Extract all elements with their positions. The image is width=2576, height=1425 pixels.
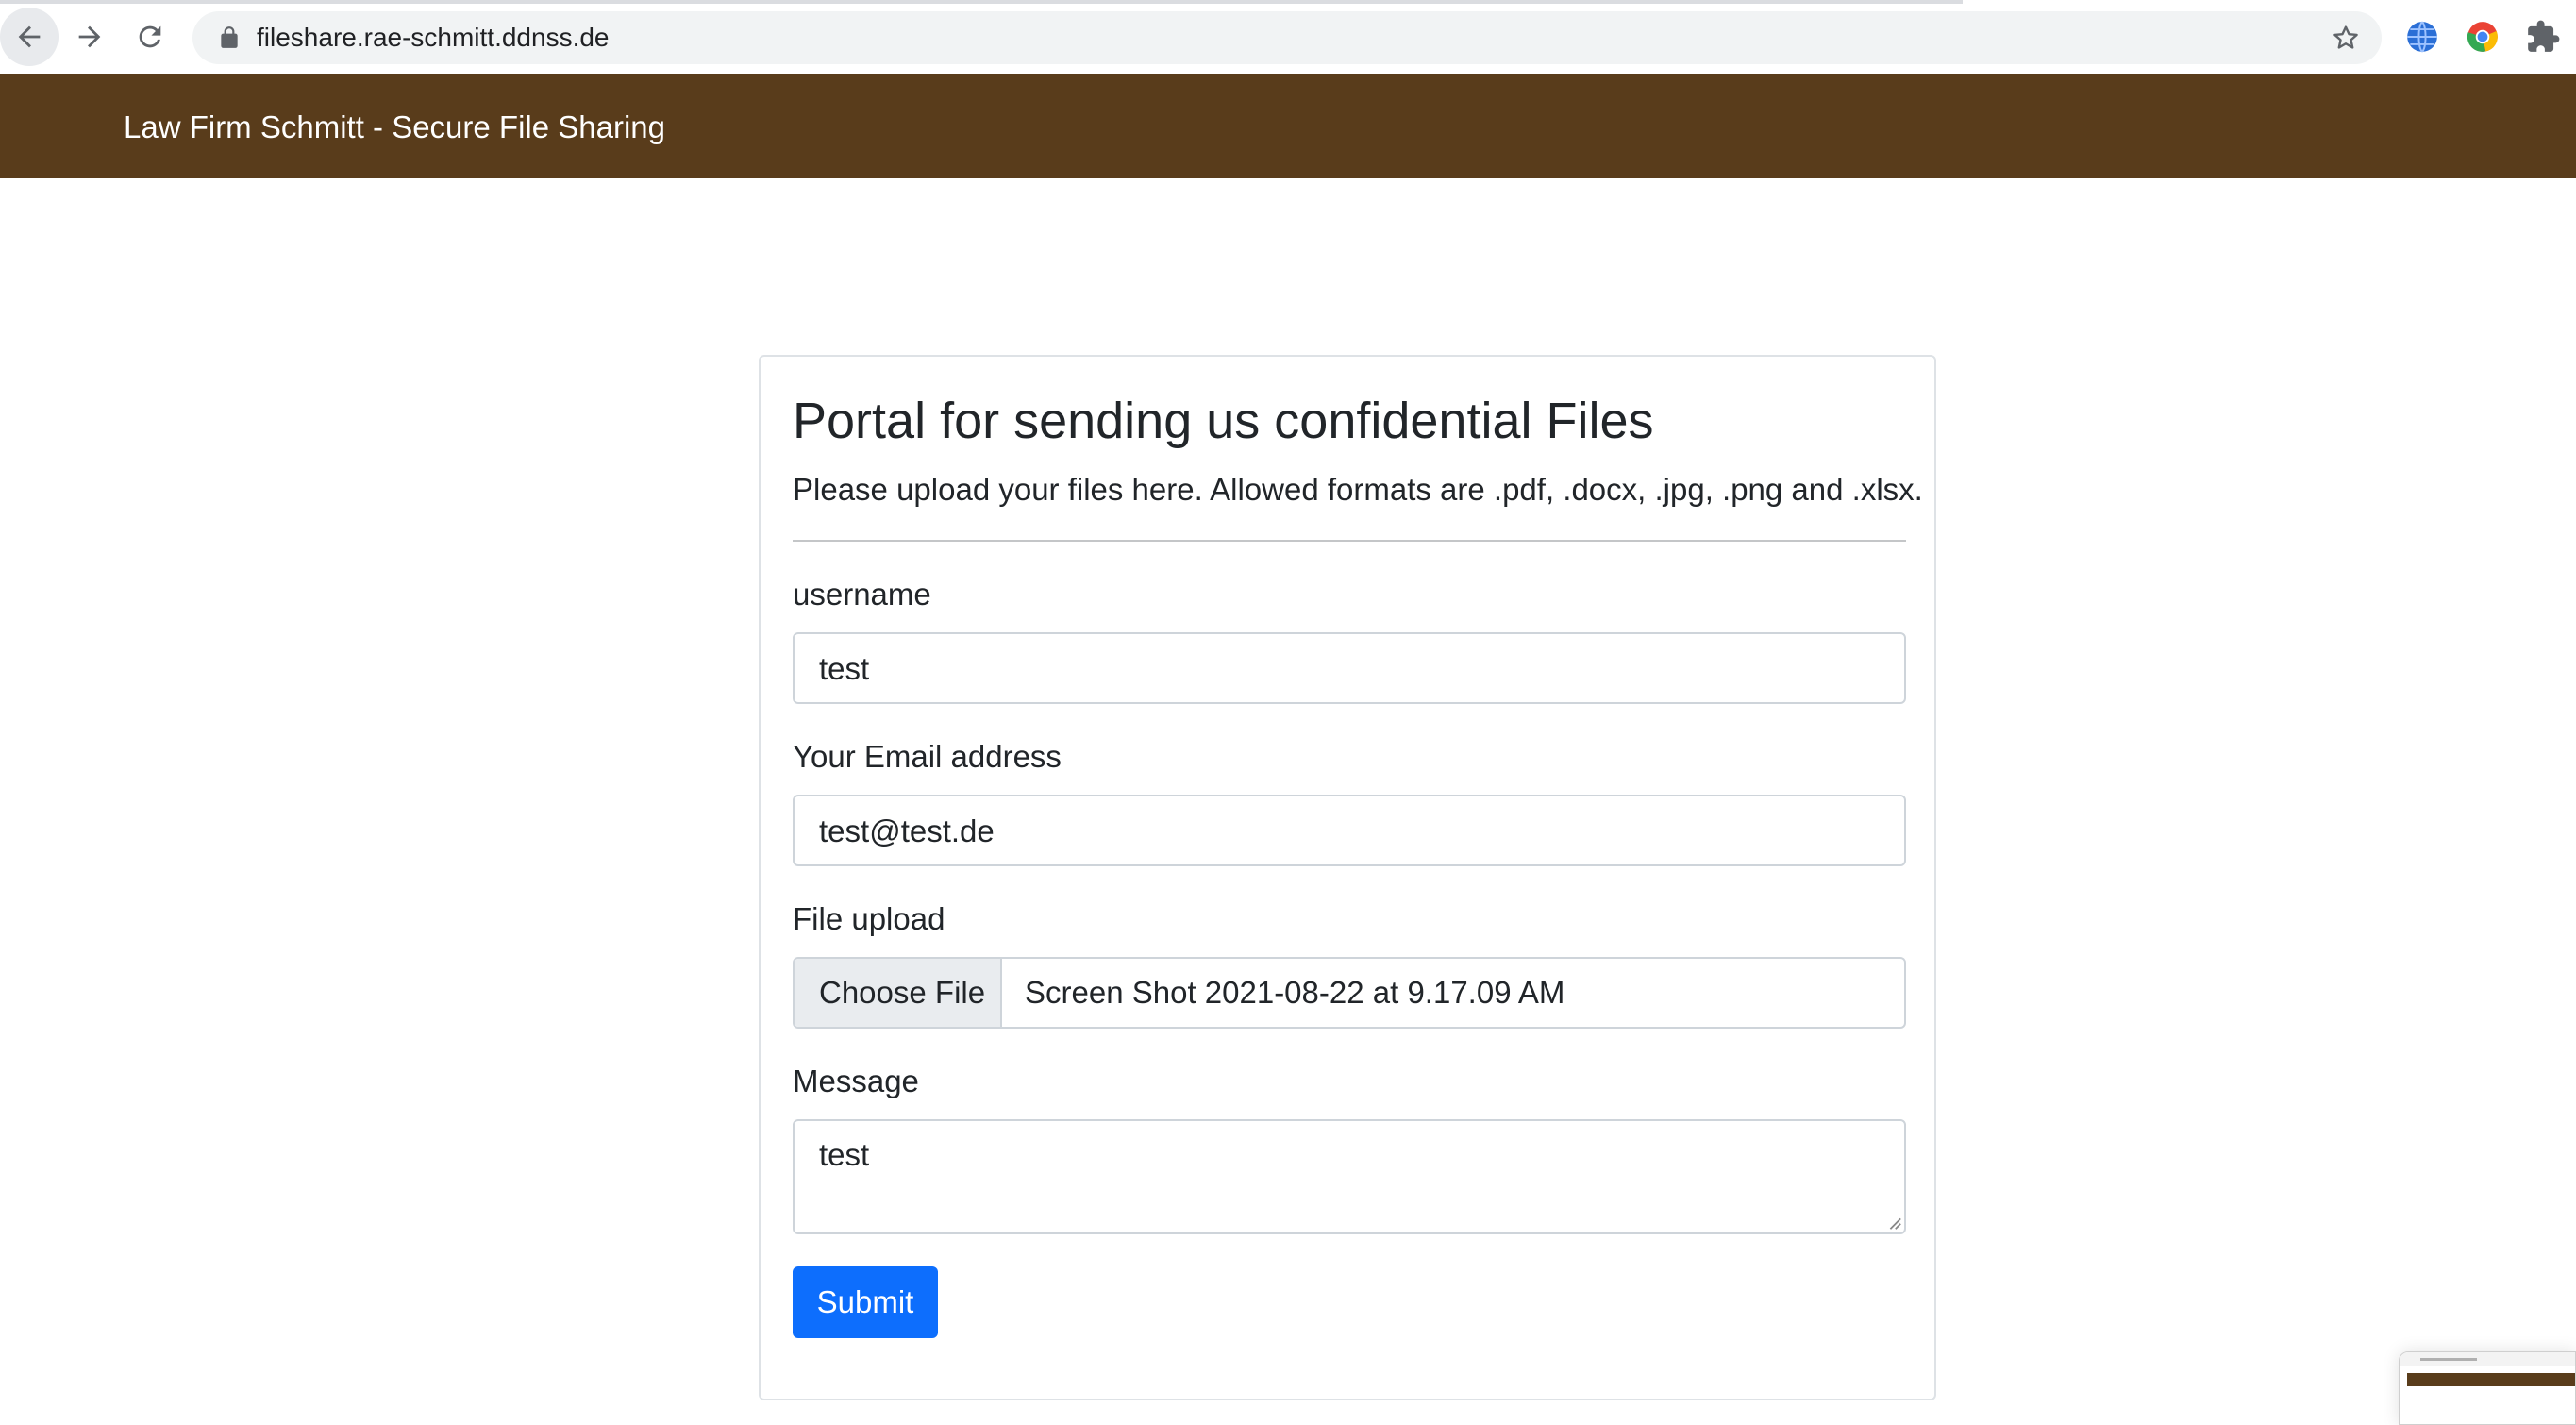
- file-upload-label: File upload: [793, 901, 945, 936]
- upload-card: Portal for sending us confidential Files…: [759, 355, 1936, 1400]
- selected-file-name: Screen Shot 2021-08-22 at 9.17.09 AM: [1025, 975, 1565, 1010]
- reload-button[interactable]: [121, 8, 179, 66]
- star-icon[interactable]: [2331, 23, 2361, 53]
- email-label: Your Email address: [793, 739, 1062, 774]
- email-value: test@test.de: [819, 813, 995, 848]
- message-textarea[interactable]: test: [793, 1119, 1906, 1234]
- choose-file-label: Choose File: [819, 975, 986, 1010]
- globe-extension-icon[interactable]: [2404, 19, 2440, 55]
- page-title: Portal for sending us confidential Files: [793, 393, 1654, 449]
- submit-label: Submit: [816, 1284, 914, 1319]
- lock-icon: [221, 26, 238, 48]
- file-upload-input[interactable]: Choose File Screen Shot 2021-08-22 at 9.…: [793, 957, 1906, 1029]
- choose-file-button[interactable]: Choose File: [795, 959, 1002, 1027]
- email-input[interactable]: test@test.de: [793, 795, 1906, 866]
- navbar-brand[interactable]: Law Firm Schmitt - Secure File Sharing: [124, 109, 665, 145]
- username-input[interactable]: test: [793, 632, 1906, 704]
- submit-button[interactable]: Submit: [793, 1266, 938, 1338]
- divider: [793, 540, 1906, 542]
- thumbnail-navbar: [2407, 1373, 2575, 1386]
- back-button[interactable]: [0, 8, 59, 66]
- address-bar[interactable]: fileshare.rae-schmitt.ddnss.de: [192, 11, 2382, 64]
- site-navbar: Law Firm Schmitt - Secure File Sharing: [0, 74, 2576, 178]
- screenshot-thumbnail[interactable]: [2399, 1351, 2576, 1425]
- forward-button[interactable]: [60, 8, 119, 66]
- resize-handle-icon[interactable]: [1885, 1214, 1902, 1231]
- back-arrow-icon: [18, 25, 41, 48]
- thumbnail-url-line: [2420, 1358, 2477, 1361]
- browser-toolbar: fileshare.rae-schmitt.ddnss.de: [0, 0, 2576, 74]
- page-lead: Please upload your files here. Allowed f…: [793, 472, 1923, 507]
- message-label: Message: [793, 1064, 919, 1098]
- puzzle-extension-icon[interactable]: [2525, 19, 2561, 55]
- forward-arrow-icon: [78, 25, 101, 48]
- message-value: test: [819, 1137, 870, 1172]
- reload-icon: [139, 25, 161, 48]
- page-load-bar: [0, 0, 1963, 4]
- url-text: fileshare.rae-schmitt.ddnss.de: [257, 23, 610, 52]
- chrome-extension-icon[interactable]: [2465, 19, 2501, 55]
- username-value: test: [819, 651, 870, 686]
- username-label: username: [793, 577, 931, 612]
